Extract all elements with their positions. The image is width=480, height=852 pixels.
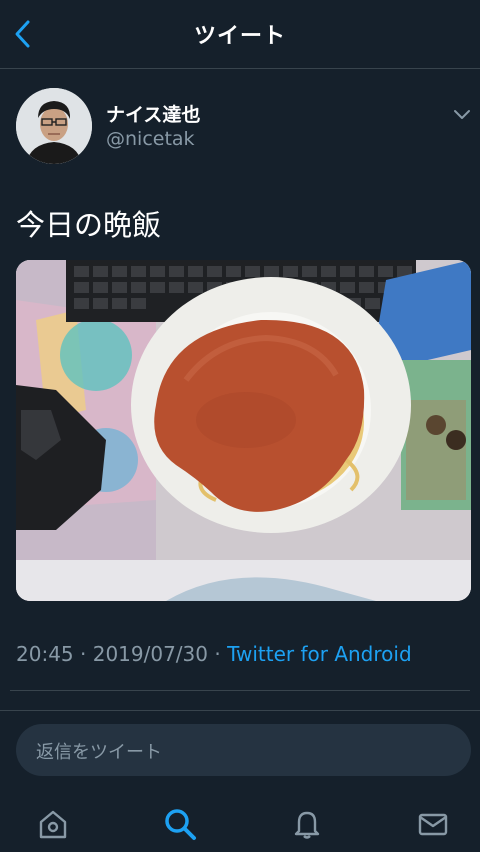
chevron-down-icon [454, 110, 470, 119]
top-bar: ツイート [0, 0, 480, 69]
tweet-source-link[interactable]: Twitter for Android [227, 642, 412, 666]
author-handle[interactable]: @nicetak [106, 128, 195, 150]
home-icon [39, 810, 67, 839]
meta-separator: · [73, 642, 93, 666]
tweet-date: 2019/07/30 [92, 642, 208, 666]
tweet-meta: 20:45 · 2019/07/30 · Twitter for Android [16, 642, 412, 666]
tab-home[interactable] [31, 802, 75, 846]
divider [0, 710, 480, 711]
meta-separator: · [208, 642, 228, 666]
notifications-bell-icon [294, 811, 320, 839]
messages-envelope-icon [418, 813, 448, 836]
reply-input[interactable]: 返信をツイート [16, 724, 471, 776]
bottom-tab-bar [0, 790, 480, 852]
reply-placeholder: 返信をツイート [36, 742, 162, 763]
tab-notifications[interactable] [285, 802, 329, 846]
author-display-name[interactable]: ナイス達也 [106, 100, 200, 127]
divider [10, 690, 470, 691]
avatar-image [16, 88, 92, 164]
tweet-menu-button[interactable] [448, 104, 476, 124]
tweet-photo[interactable] [16, 260, 471, 601]
avatar[interactable] [16, 88, 92, 164]
page-title: ツイート [193, 24, 286, 49]
search-icon [165, 809, 196, 840]
tab-messages[interactable] [411, 802, 455, 846]
spaghetti-photo [16, 260, 471, 601]
tweet-time: 20:45 [16, 642, 74, 666]
tweet-text: 今日の晩飯 [16, 208, 162, 242]
tab-search[interactable] [158, 802, 202, 846]
